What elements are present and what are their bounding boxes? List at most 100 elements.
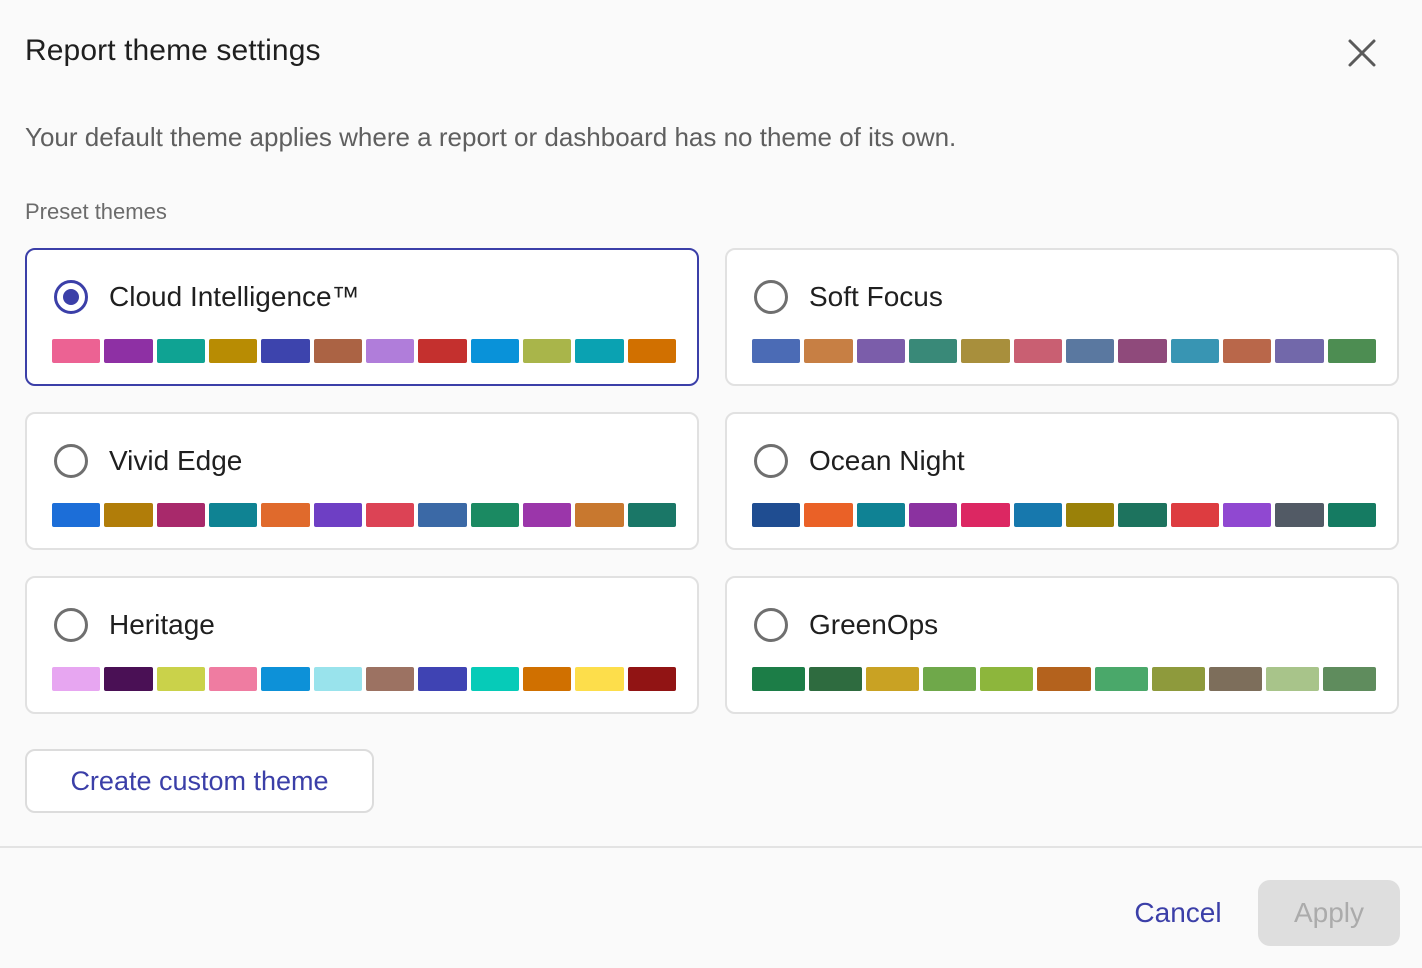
dialog-title: Report theme settings — [25, 34, 321, 67]
color-swatch — [1265, 667, 1319, 691]
color-swatch — [1222, 503, 1272, 527]
color-swatch — [208, 339, 258, 363]
color-swatch — [208, 667, 258, 691]
theme-radio[interactable] — [54, 280, 88, 314]
create-custom-theme-button[interactable]: Create custom theme — [25, 749, 374, 813]
color-swatch — [52, 667, 101, 691]
color-swatch — [261, 667, 310, 691]
color-swatch — [208, 503, 258, 527]
color-swatch — [313, 667, 362, 691]
color-swatch — [923, 667, 977, 691]
theme-radio[interactable] — [754, 444, 788, 478]
color-swatch — [856, 339, 905, 363]
color-swatch — [1322, 667, 1377, 691]
color-swatch — [313, 503, 362, 527]
color-swatch — [1037, 667, 1091, 691]
theme-radio[interactable] — [754, 280, 788, 314]
color-swatch — [1013, 339, 1062, 363]
dialog-header: Report theme settings — [25, 30, 1392, 78]
color-swatch — [261, 339, 310, 363]
color-swatch — [52, 503, 101, 527]
color-swatch — [418, 667, 467, 691]
theme-card[interactable]: Ocean Night — [725, 412, 1399, 550]
theme-card[interactable]: Heritage — [25, 576, 699, 714]
theme-radio[interactable] — [54, 608, 88, 642]
color-swatch — [752, 667, 806, 691]
color-swatch — [1170, 339, 1219, 363]
color-swatch — [1065, 339, 1115, 363]
color-swatch — [156, 339, 205, 363]
color-swatch — [1118, 503, 1167, 527]
color-swatch — [961, 339, 1010, 363]
radio-selected-dot — [63, 289, 79, 305]
theme-name: Cloud Intelligence™ — [109, 281, 360, 312]
theme-color-swatches — [52, 339, 676, 363]
color-swatch — [418, 339, 467, 363]
color-swatch — [104, 667, 153, 691]
color-swatch — [470, 339, 519, 363]
color-swatch — [470, 503, 519, 527]
color-swatch — [104, 503, 153, 527]
color-swatch — [156, 667, 205, 691]
theme-radio[interactable] — [754, 608, 788, 642]
color-swatch — [804, 503, 853, 527]
color-swatch — [52, 339, 101, 363]
color-swatch — [809, 667, 863, 691]
theme-name: Vivid Edge — [109, 445, 243, 476]
close-button[interactable] — [1342, 33, 1382, 73]
preset-themes-label: Preset themes — [25, 199, 167, 224]
color-swatch — [1151, 667, 1205, 691]
color-swatch — [1170, 503, 1219, 527]
theme-name: Heritage — [109, 609, 215, 640]
theme-radio[interactable] — [54, 444, 88, 478]
theme-card[interactable]: Vivid Edge — [25, 412, 699, 550]
color-swatch — [856, 503, 905, 527]
theme-name: Soft Focus — [809, 281, 943, 312]
color-swatch — [261, 503, 310, 527]
theme-color-swatches — [752, 503, 1376, 527]
color-swatch — [1065, 503, 1115, 527]
theme-color-swatches — [752, 339, 1376, 363]
color-swatch — [1327, 503, 1376, 527]
theme-settings-dialog: Report theme settings Your default theme… — [0, 0, 1422, 968]
theme-card[interactable]: Cloud Intelligence™ — [25, 248, 699, 386]
color-swatch — [1118, 339, 1167, 363]
theme-card[interactable]: Soft Focus — [725, 248, 1399, 386]
theme-name: Ocean Night — [809, 445, 965, 476]
color-swatch — [470, 667, 519, 691]
theme-color-swatches — [52, 503, 676, 527]
color-swatch — [752, 339, 801, 363]
color-swatch — [418, 503, 467, 527]
color-swatch — [313, 339, 362, 363]
color-swatch — [522, 503, 572, 527]
color-swatch — [627, 339, 676, 363]
theme-name: GreenOps — [809, 609, 939, 640]
color-swatch — [866, 667, 920, 691]
color-swatch — [156, 503, 205, 527]
color-swatch — [1275, 339, 1324, 363]
color-swatch — [522, 667, 572, 691]
color-swatch — [961, 503, 1010, 527]
color-swatch — [1094, 667, 1148, 691]
color-swatch — [365, 503, 415, 527]
color-swatch — [1208, 667, 1262, 691]
color-swatch — [804, 339, 853, 363]
theme-card[interactable]: GreenOps — [725, 576, 1399, 714]
color-swatch — [627, 667, 676, 691]
dialog-description: Your default theme applies where a repor… — [25, 122, 957, 152]
color-swatch — [104, 339, 153, 363]
theme-color-swatches — [52, 667, 676, 691]
color-swatch — [908, 339, 958, 363]
color-swatch — [365, 667, 415, 691]
cancel-button[interactable]: Cancel — [1110, 880, 1246, 946]
color-swatch — [908, 503, 958, 527]
color-swatch — [575, 339, 624, 363]
color-swatch — [1222, 339, 1272, 363]
color-swatch — [980, 667, 1034, 691]
color-swatch — [1013, 503, 1062, 527]
apply-button[interactable]: Apply — [1258, 880, 1400, 946]
color-swatch — [1275, 503, 1324, 527]
color-swatch — [575, 503, 624, 527]
color-swatch — [522, 339, 572, 363]
color-swatch — [365, 339, 415, 363]
